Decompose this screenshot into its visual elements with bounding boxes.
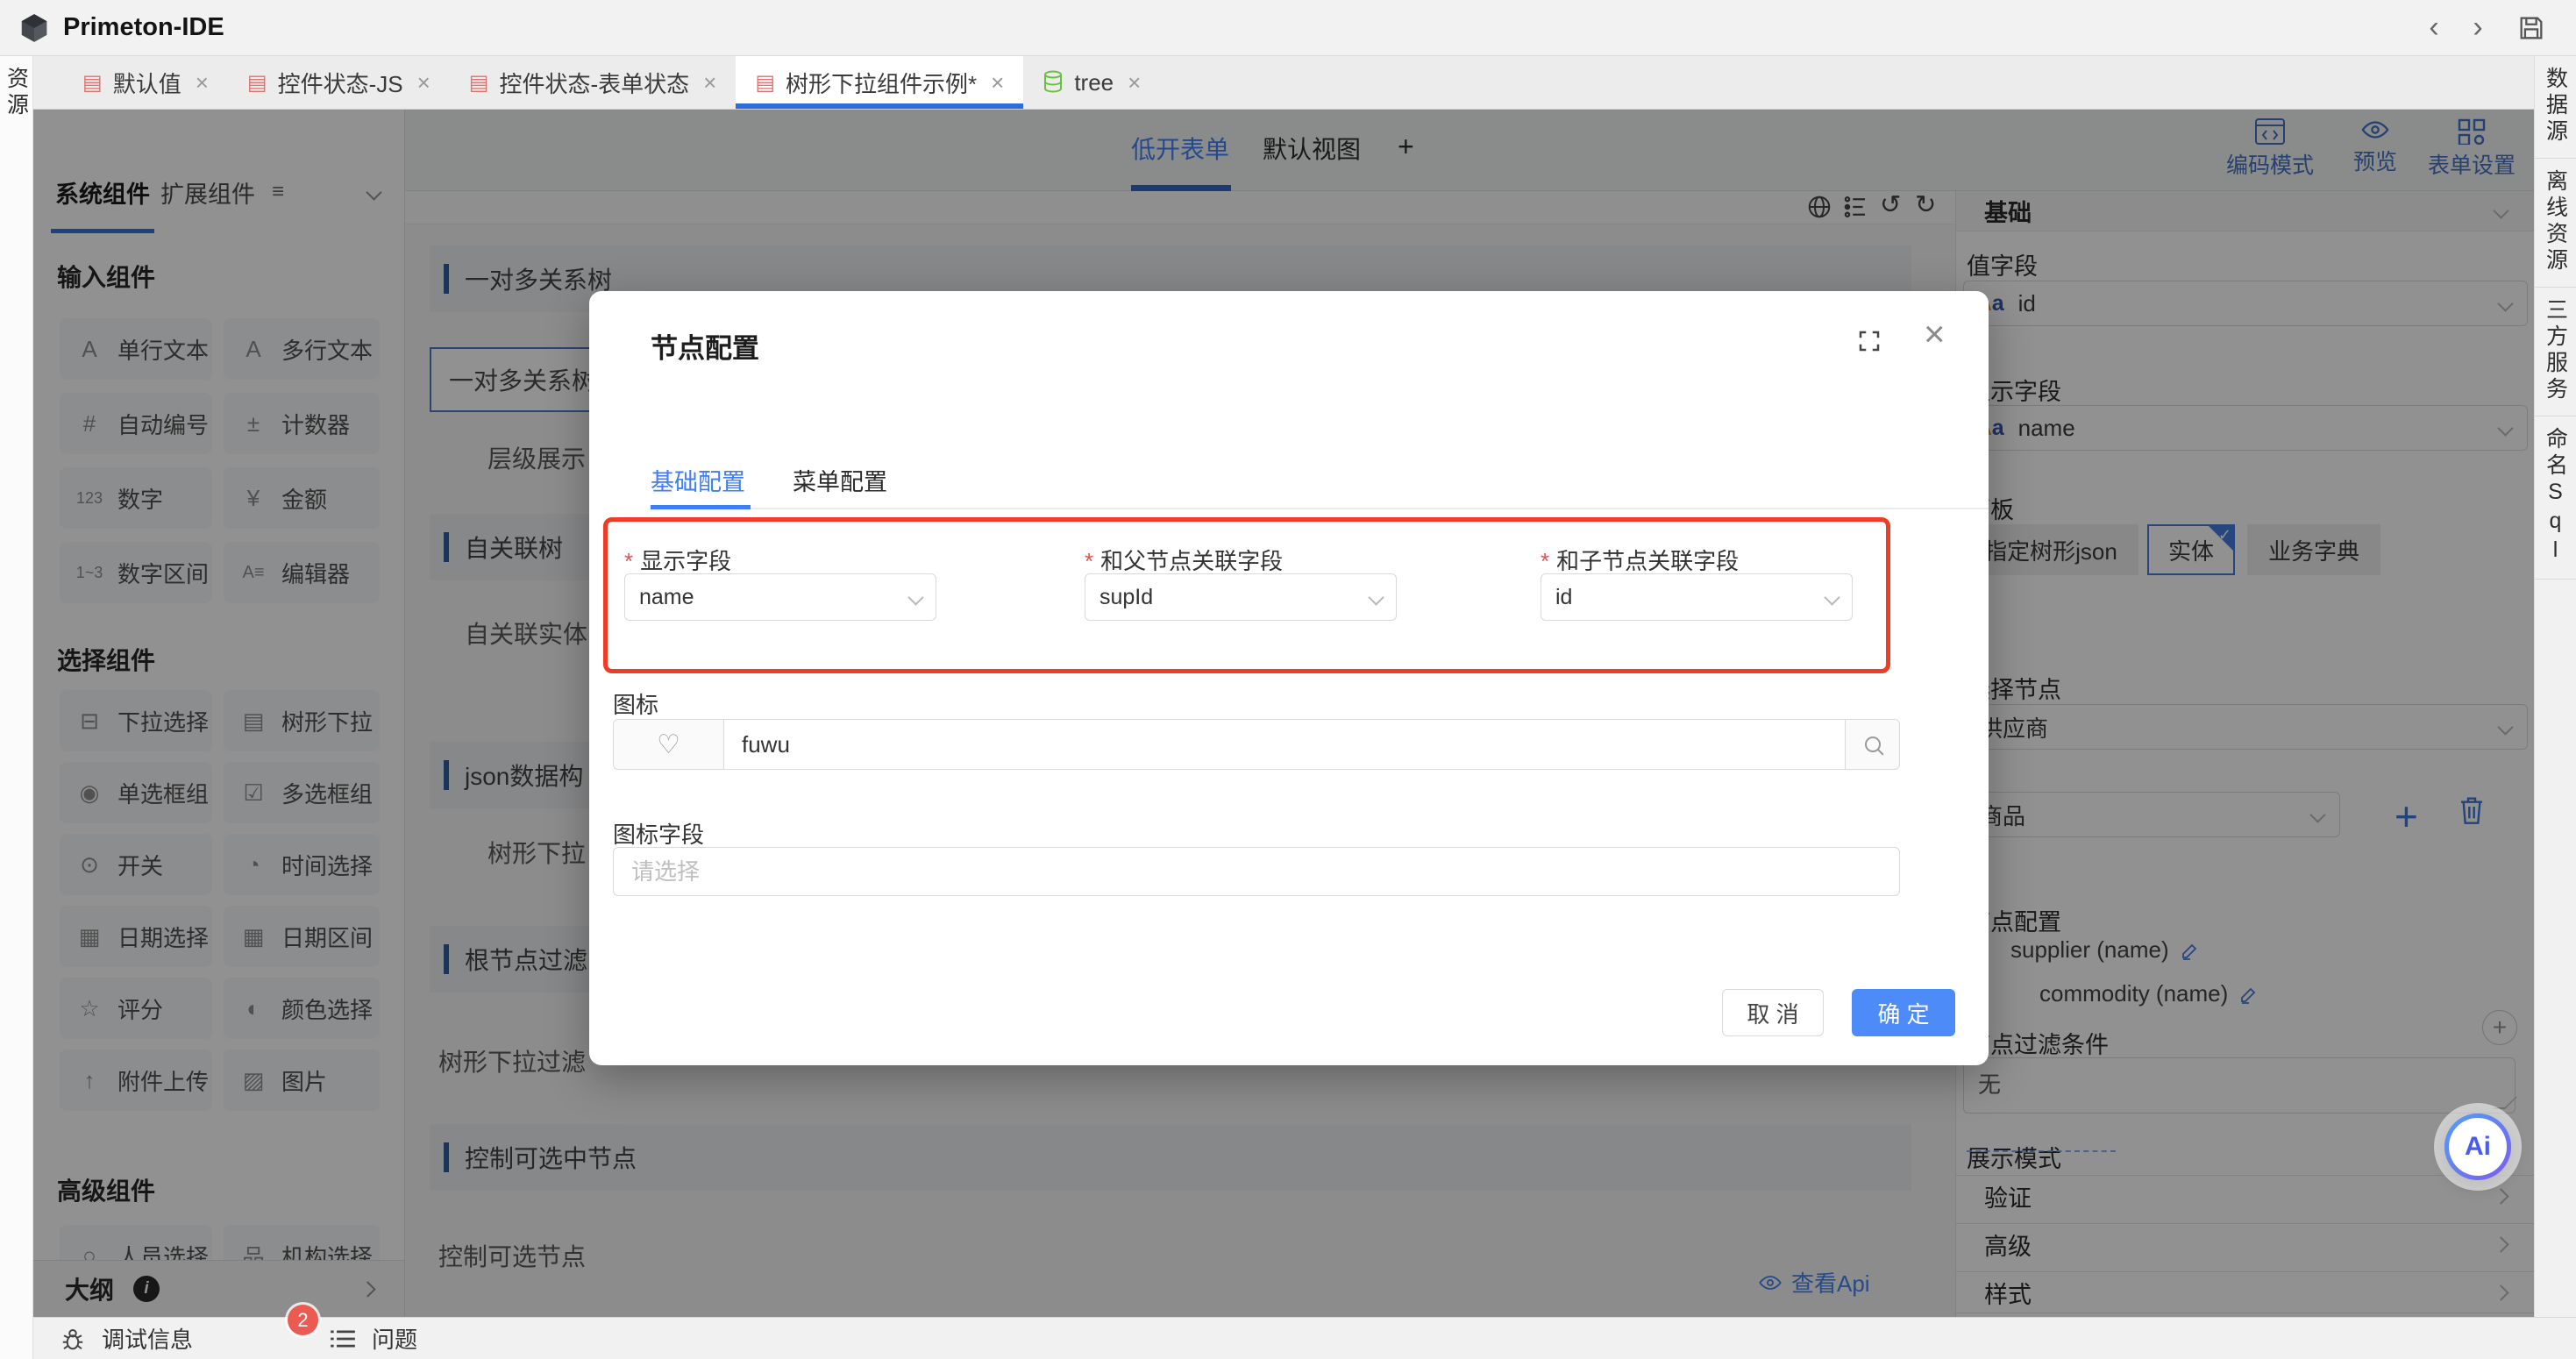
problems-button[interactable]: 问题	[372, 1322, 417, 1355]
confirm-button[interactable]: 确 定	[1852, 989, 1955, 1036]
close-tab-icon[interactable]: ×	[1128, 69, 1141, 96]
search-icon-button[interactable]	[1845, 720, 1899, 769]
fullscreen-icon[interactable]	[1856, 328, 1882, 354]
form-file-icon: ▤	[82, 70, 103, 96]
form-file-icon: ▤	[247, 70, 267, 96]
status-bar: 调试信息 问题	[33, 1317, 2576, 1359]
file-tab-label: 控件状态-JS	[278, 67, 403, 99]
ai-label: Ai	[2465, 1132, 2491, 1162]
node-config-dialog: 节点配置 × 基础配置 菜单配置 *显示字段 name *和父节点关联字段 su…	[589, 291, 1989, 1065]
tree-file-icon	[1042, 70, 1064, 95]
close-dialog-icon[interactable]: ×	[1924, 316, 1946, 352]
icon-form-label: 图标	[613, 687, 658, 720]
save-icon[interactable]	[2516, 13, 2546, 43]
problems-count-badge: 2	[288, 1305, 318, 1335]
required-mark: *	[1085, 548, 1093, 574]
required-mark: *	[1541, 548, 1549, 574]
close-tab-icon[interactable]: ×	[417, 69, 431, 96]
file-tab-label: 控件状态-表单状态	[499, 67, 689, 99]
app-title: Primeton-IDE	[63, 13, 224, 42]
file-tab-active[interactable]: ▤ 树形下拉组件示例* ×	[736, 56, 1023, 109]
chevron-down-icon	[907, 589, 923, 605]
title-bar: Primeton-IDE ‹ ›	[0, 0, 2576, 56]
parent-field-dropdown[interactable]: supId	[1085, 573, 1397, 621]
form-file-icon: ▤	[755, 70, 775, 96]
close-tab-icon[interactable]: ×	[196, 69, 209, 96]
left-dock-strip: 资源	[0, 56, 33, 1359]
primeton-ide-window: Primeton-IDE ‹ › 资源 ▤ 默认值 × ▤ 控件状态-JS × …	[0, 0, 2576, 1359]
required-mark: *	[624, 548, 633, 574]
ai-assistant-button[interactable]: Ai	[2444, 1114, 2511, 1180]
child-field-dropdown[interactable]: id	[1541, 573, 1853, 621]
icon-search-input[interactable]	[724, 720, 1845, 769]
nav-forward-icon[interactable]: ›	[2459, 11, 2497, 45]
child-field-form-label: *和子节点关联字段	[1541, 544, 1739, 576]
file-tab[interactable]: tree ×	[1023, 56, 1160, 109]
offline-resource-dock-tab[interactable]: 离线资源	[2535, 159, 2576, 288]
nav-back-icon[interactable]: ‹	[2415, 11, 2453, 45]
icon-input-group: ♡	[613, 719, 1900, 770]
close-tab-icon[interactable]: ×	[991, 69, 1004, 96]
file-tab-label: 默认值	[113, 67, 181, 99]
resources-dock-tab[interactable]: 资源	[1, 67, 32, 119]
file-tab-label: 树形下拉组件示例*	[786, 67, 977, 99]
chevron-down-icon	[1824, 589, 1839, 605]
debug-bug-icon	[60, 1326, 86, 1352]
dialog-title: 节点配置	[651, 326, 759, 366]
datasource-dock-tab[interactable]: 数据源	[2535, 56, 2576, 159]
close-tab-icon[interactable]: ×	[703, 69, 716, 96]
active-dialog-tab-underline	[651, 505, 751, 509]
display-field-dropdown[interactable]: name	[624, 573, 936, 621]
file-tab-bar: ▤ 默认值 × ▤ 控件状态-JS × ▤ 控件状态-表单状态 × ▤ 树形下拉…	[33, 56, 2534, 110]
third-party-service-dock-tab[interactable]: 三方服务	[2535, 288, 2576, 416]
chevron-down-icon	[1368, 589, 1384, 605]
file-tab[interactable]: ▤ 控件状态-JS ×	[228, 56, 450, 109]
named-sql-dock-tab[interactable]: 命名Sql	[2535, 416, 2576, 580]
file-tab[interactable]: ▤ 控件状态-表单状态 ×	[450, 56, 737, 109]
problems-list-icon	[330, 1327, 356, 1350]
dialog-tab-basic[interactable]: 基础配置	[651, 463, 745, 497]
debug-info-button[interactable]: 调试信息	[102, 1322, 193, 1355]
file-tab[interactable]: ▤ 默认值 ×	[63, 56, 228, 109]
display-field-form-label: *显示字段	[624, 544, 731, 576]
heart-icon-button[interactable]: ♡	[614, 720, 724, 769]
cancel-button[interactable]: 取 消	[1722, 989, 1824, 1036]
search-icon	[1865, 736, 1881, 752]
app-logo-icon	[18, 11, 51, 45]
form-file-icon: ▤	[469, 70, 489, 96]
parent-field-form-label: *和父节点关联字段	[1085, 544, 1283, 576]
file-tab-label: tree	[1074, 69, 1114, 96]
dialog-tab-menu[interactable]: 菜单配置	[793, 463, 887, 497]
icon-field-input[interactable]	[613, 847, 1900, 896]
tab-divider	[651, 508, 1989, 509]
right-dock-strip: 数据源 离线资源 三方服务 命名Sql	[2534, 56, 2576, 1317]
icon-field-form-label: 图标字段	[613, 817, 704, 850]
